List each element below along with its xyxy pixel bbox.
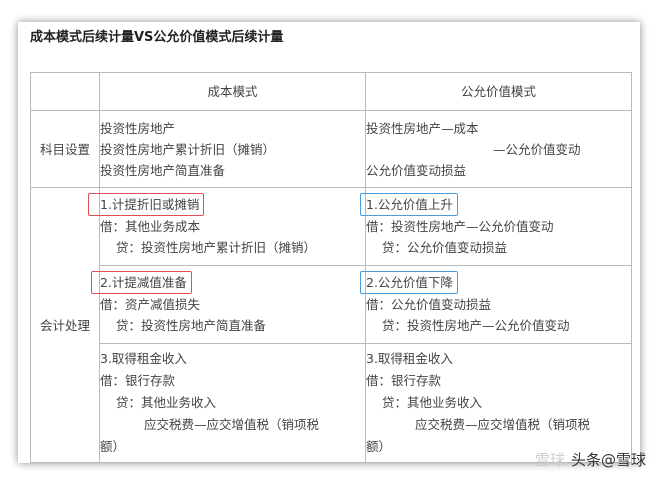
r2-fair: 2.公允价值下降 借：公允价值变动损益 贷：投资性房地产—公允价值变动 (360, 265, 632, 344)
text-line: 应交税费—应交增值税（销项税 (144, 417, 320, 432)
subjects-cost: 投资性房地产 投资性房地产累计折旧（摊销） 投资性房地产简直准备 (99, 110, 366, 188)
r3-cost: 3.取得租金收入 借：银行存款 贷：其他业务收入 应交税费—应交增值税（销项税 … (99, 343, 366, 463)
snowball-logo: 雪球 (534, 451, 565, 469)
watermark: 雪球 头条@雪球 (535, 449, 646, 470)
text-line: 借：其他业务成本 (100, 219, 201, 234)
text-line: 贷：公允价值变动损益 (382, 240, 508, 255)
text-line: 公允价值变动损益 (366, 163, 467, 178)
row-label-subjects: 科目设置 (30, 110, 100, 188)
highlight-box: 2.公允价值下降 (360, 271, 458, 294)
r3-fair: 3.取得租金收入 借：银行存款 贷：其他业务收入 应交税费—应交增值税（销项税 … (365, 343, 632, 463)
highlight-box: 1.计提折旧或摊销 (88, 193, 205, 216)
header-empty (30, 72, 100, 111)
text-line: —公允价值变动 (493, 142, 581, 157)
r1-cost: 1.计提折旧或摊销 借：其他业务成本 贷：投资性房地产累计折旧（摊销） (88, 187, 366, 266)
text-line: 借：公允价值变动损益 (366, 297, 492, 312)
text-line: 贷：投资性房地产简直准备 (116, 318, 267, 333)
header-fair-value-model: 公允价值模式 (365, 72, 632, 111)
watermark-text: 头条@雪球 (570, 451, 646, 469)
text-line: 借：资产减值损失 (100, 297, 201, 312)
document-card: 成本模式后续计量VS公允价值模式后续计量 成本模式 公允价值模式 科目设置 投资… (18, 22, 640, 463)
text-line: 贷：投资性房地产累计折旧（摊销） (116, 240, 317, 255)
text-line: 投资性房地产—成本 (366, 121, 479, 136)
document-title: 成本模式后续计量VS公允价值模式后续计量 (30, 30, 284, 45)
text-line: 3.取得租金收入 (366, 351, 453, 366)
text-line: 借：投资性房地产—公允价值变动 (366, 219, 554, 234)
text-line: 贷：其他业务收入 (116, 395, 217, 410)
header-cost-model: 成本模式 (99, 72, 366, 111)
text-line: 借：银行存款 (100, 373, 176, 388)
text-line: 3.取得租金收入 (100, 351, 187, 366)
r2-cost: 2.计提减值准备 借：资产减值损失 贷：投资性房地产简直准备 (91, 265, 366, 344)
highlight-box: 2.计提减值准备 (91, 271, 192, 294)
text-line: 额） (100, 439, 126, 454)
text-line: 投资性房地产累计折旧（摊销） (100, 142, 276, 157)
text-line: 贷：其他业务收入 (382, 395, 483, 410)
subjects-fair: 投资性房地产—成本 —公允价值变动 公允价值变动损益 (365, 110, 632, 188)
text-line: 投资性房地产 (100, 121, 176, 136)
r1-fair: 1.公允价值上升 借：投资性房地产—公允价值变动 贷：公允价值变动损益 (360, 187, 632, 266)
text-line: 投资性房地产简直准备 (100, 163, 226, 178)
text-line: 应交税费—应交增值税（销项税 (415, 417, 591, 432)
text-line: 借：银行存款 (366, 373, 442, 388)
highlight-box: 1.公允价值上升 (360, 193, 458, 216)
text-line: 贷：投资性房地产—公允价值变动 (382, 318, 570, 333)
row-label-accounting: 会计处理 (30, 187, 100, 463)
